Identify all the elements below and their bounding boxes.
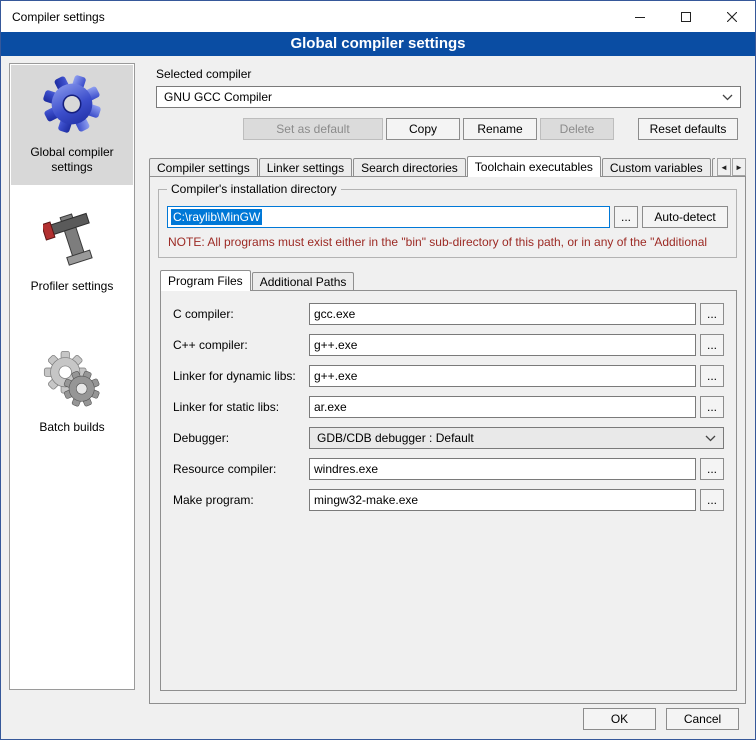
browse-static-linker-button[interactable]: ... xyxy=(700,396,724,418)
sidebar-item-profiler-settings[interactable]: Profiler settings xyxy=(11,199,133,304)
compiler-settings-window: Compiler settings Global compiler settin… xyxy=(0,0,756,740)
rename-button[interactable]: Rename xyxy=(463,118,537,140)
dialog-footer: OK Cancel xyxy=(583,708,739,730)
compiler-select-value: GNU GCC Compiler xyxy=(164,90,272,104)
static-linker-input[interactable] xyxy=(309,396,696,418)
subtab-additional-paths[interactable]: Additional Paths xyxy=(252,272,355,291)
window-controls xyxy=(617,1,755,32)
auto-detect-button[interactable]: Auto-detect xyxy=(642,206,728,228)
cancel-button[interactable]: Cancel xyxy=(666,708,739,730)
close-icon xyxy=(727,12,737,22)
settings-sidebar: Global compiler settings Profiler settin… xyxy=(9,63,135,690)
sidebar-item-batch-builds[interactable]: Batch builds xyxy=(11,340,133,445)
selected-compiler-label: Selected compiler xyxy=(156,67,748,81)
debugger-label: Debugger: xyxy=(173,431,309,445)
tab-scroll-controls: ◄ ► xyxy=(715,158,746,176)
tab-scroll-left-button[interactable]: ◄ xyxy=(717,158,731,176)
chevron-down-icon xyxy=(705,435,716,442)
reset-defaults-button[interactable]: Reset defaults xyxy=(638,118,738,140)
toolchain-executables-panel: Compiler's installation directory C:\ray… xyxy=(149,176,746,704)
window-title: Compiler settings xyxy=(1,10,105,24)
make-program-input[interactable] xyxy=(309,489,696,511)
static-linker-label: Linker for static libs: xyxy=(173,400,309,414)
browse-dynamic-linker-button[interactable]: ... xyxy=(700,365,724,387)
cpp-compiler-label: C++ compiler: xyxy=(173,338,309,352)
program-files-tabstrip: Program Files Additional Paths xyxy=(160,270,737,291)
gear-icon xyxy=(41,73,103,135)
static-linker-row: Linker for static libs: ... xyxy=(173,396,724,418)
delete-button: Delete xyxy=(540,118,614,140)
c-compiler-row: C compiler: ... xyxy=(173,303,724,325)
browse-directory-button[interactable]: ... xyxy=(614,206,638,228)
dynamic-linker-label: Linker for dynamic libs: xyxy=(173,369,309,383)
resource-compiler-input[interactable] xyxy=(309,458,696,480)
selected-text: C:\raylib\MinGW xyxy=(171,209,262,225)
tab-linker-settings[interactable]: Linker settings xyxy=(259,158,352,177)
sidebar-item-label: Profiler settings xyxy=(31,279,114,294)
program-files-panel: C compiler: ... C++ compiler: ... Linker… xyxy=(160,290,737,691)
browse-resource-compiler-button[interactable]: ... xyxy=(700,458,724,480)
profiler-icon xyxy=(43,207,101,269)
debugger-select[interactable]: GDB/CDB debugger : Default xyxy=(309,427,724,449)
debugger-row: Debugger: GDB/CDB debugger : Default xyxy=(173,427,724,449)
copy-button[interactable]: Copy xyxy=(386,118,460,140)
page-title: Global compiler settings xyxy=(1,32,755,56)
chevron-down-icon xyxy=(722,94,733,101)
make-program-row: Make program: ... xyxy=(173,489,724,511)
settings-tabstrip: Compiler settings Linker settings Search… xyxy=(149,156,746,177)
tab-search-directories[interactable]: Search directories xyxy=(353,158,466,177)
browse-c-compiler-button[interactable]: ... xyxy=(700,303,724,325)
sidebar-item-label: Batch builds xyxy=(39,420,104,435)
cpp-compiler-input[interactable] xyxy=(309,334,696,356)
sidebar-item-label: Global compiler settings xyxy=(13,145,131,175)
compiler-select[interactable]: GNU GCC Compiler xyxy=(156,86,741,108)
make-program-label: Make program: xyxy=(173,493,309,507)
cpp-compiler-row: C++ compiler: ... xyxy=(173,334,724,356)
right-arrow-icon: ► xyxy=(735,163,743,172)
browse-make-program-button[interactable]: ... xyxy=(700,489,724,511)
tab-toolchain-executables[interactable]: Toolchain executables xyxy=(467,156,601,177)
left-arrow-icon: ◄ xyxy=(720,163,728,172)
dynamic-linker-row: Linker for dynamic libs: ... xyxy=(173,365,724,387)
debugger-select-value: GDB/CDB debugger : Default xyxy=(317,431,474,445)
c-compiler-input[interactable] xyxy=(309,303,696,325)
tab-compiler-settings[interactable]: Compiler settings xyxy=(149,158,258,177)
note-text: NOTE: All programs must exist either in … xyxy=(168,235,728,249)
close-button[interactable] xyxy=(709,1,755,32)
main-panel: Selected compiler GNU GCC Compiler Set a… xyxy=(146,63,748,704)
dynamic-linker-input[interactable] xyxy=(309,365,696,387)
titlebar: Compiler settings xyxy=(1,1,755,32)
installation-directory-group: Compiler's installation directory C:\ray… xyxy=(158,189,737,258)
sidebar-item-global-compiler-settings[interactable]: Global compiler settings xyxy=(11,65,133,185)
maximize-button[interactable] xyxy=(663,1,709,32)
browse-cpp-compiler-button[interactable]: ... xyxy=(700,334,724,356)
ok-button[interactable]: OK xyxy=(583,708,656,730)
installation-directory-row: C:\raylib\MinGW ... Auto-detect xyxy=(167,206,728,228)
installation-directory-group-title: Compiler's installation directory xyxy=(167,182,341,196)
tab-custom-variables[interactable]: Custom variables xyxy=(602,158,711,177)
resource-compiler-label: Resource compiler: xyxy=(173,462,309,476)
c-compiler-label: C compiler: xyxy=(173,307,309,321)
minimize-icon xyxy=(635,12,645,22)
set-as-default-button: Set as default xyxy=(243,118,383,140)
compiler-actions: Set as default Copy Rename Delete Reset … xyxy=(156,118,738,140)
installation-directory-input[interactable]: C:\raylib\MinGW xyxy=(167,206,610,228)
minimize-button[interactable] xyxy=(617,1,663,32)
maximize-icon xyxy=(681,12,691,22)
resource-compiler-row: Resource compiler: ... xyxy=(173,458,724,480)
subtab-program-files[interactable]: Program Files xyxy=(160,270,251,291)
batch-builds-icon xyxy=(41,348,103,410)
tab-scroll-right-button[interactable]: ► xyxy=(732,158,746,176)
